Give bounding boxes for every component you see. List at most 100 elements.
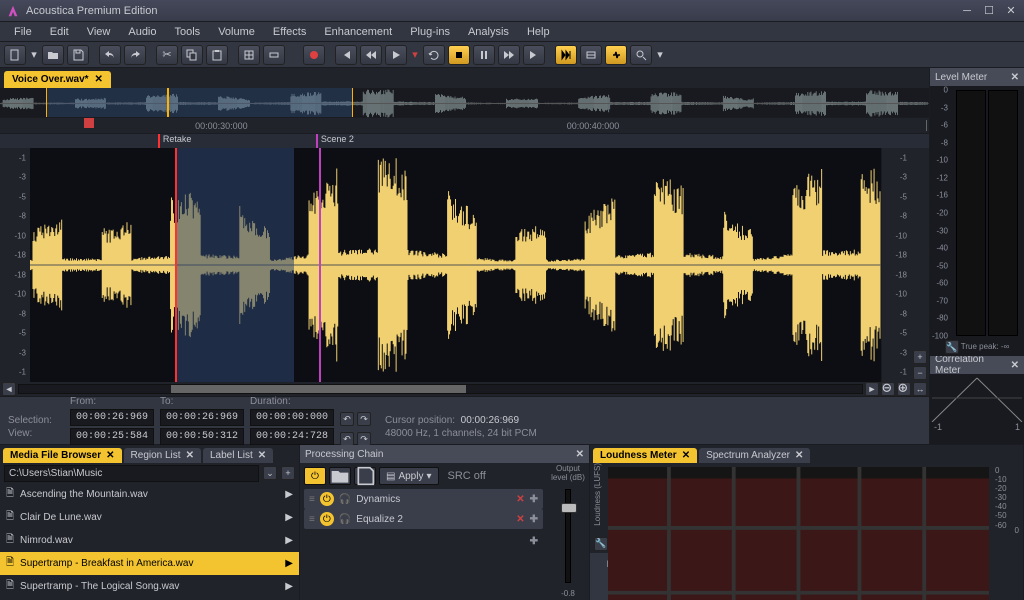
skip-end-button[interactable] <box>523 45 545 65</box>
zoom-in-button[interactable] <box>897 382 911 396</box>
menu-plugins[interactable]: Plug-ins <box>402 24 458 40</box>
copy-button[interactable] <box>181 45 203 65</box>
path-up-button[interactable]: ⌄ <box>263 466 277 480</box>
menu-view[interactable]: View <box>79 24 119 40</box>
crop-button[interactable] <box>263 45 285 65</box>
fx-insert-button[interactable]: ✚ <box>530 514 538 525</box>
ruler[interactable]: 00:00:30:000 00:00:40:000 <box>0 118 929 134</box>
autoscroll-button[interactable] <box>580 45 602 65</box>
save-button[interactable] <box>67 45 89 65</box>
vzoom-in-button[interactable]: + <box>913 350 927 364</box>
hscroll-track[interactable] <box>18 384 863 394</box>
scrub-button[interactable] <box>555 45 577 65</box>
output-fader[interactable] <box>565 489 571 583</box>
overview-waveform[interactable] <box>0 88 929 118</box>
processing-chain-close-icon[interactable]: ✕ <box>576 449 584 460</box>
file-row[interactable]: 🗎Supertramp - The Logical Song.wav▶ <box>0 575 299 598</box>
sel-undo-button[interactable]: ↶ <box>340 412 354 426</box>
loop-button[interactable] <box>423 45 445 65</box>
undo-button[interactable] <box>99 45 121 65</box>
new-dropdown[interactable]: ▾ <box>29 45 39 65</box>
fx-row[interactable]: ≡⏻🎧Equalize 2✕✚ <box>304 509 543 529</box>
file-play-icon[interactable]: ▶ <box>285 558 293 569</box>
menu-tools[interactable]: Tools <box>167 24 209 40</box>
file-row[interactable]: 🗎Clair De Lune.wav▶ <box>0 506 299 529</box>
file-row[interactable]: 🗎Nimrod.wav▶ <box>0 529 299 552</box>
forward-button[interactable] <box>498 45 520 65</box>
cut-button[interactable]: ✂ <box>156 45 178 65</box>
view-to-value[interactable]: 00:00:50:312 <box>160 428 244 445</box>
file-play-icon[interactable]: ▶ <box>285 489 293 500</box>
rewind-button[interactable] <box>360 45 382 65</box>
fx-remove-button[interactable]: ✕ <box>516 494 524 505</box>
fx-grip-icon[interactable]: ≡ <box>309 494 315 505</box>
waveform-canvas[interactable] <box>30 148 881 382</box>
tab-region-close-icon[interactable]: ✕ <box>186 450 194 461</box>
hscroll-thumb[interactable] <box>171 385 466 393</box>
redo-button[interactable] <box>124 45 146 65</box>
menu-audio[interactable]: Audio <box>120 24 164 40</box>
selection-to-value[interactable]: 00:00:26:969 <box>160 409 244 426</box>
record-button[interactable] <box>303 45 325 65</box>
menu-analysis[interactable]: Analysis <box>460 24 517 40</box>
menu-enhancement[interactable]: Enhancement <box>316 24 400 40</box>
path-add-button[interactable]: + <box>281 466 295 480</box>
new-button[interactable] <box>4 45 26 65</box>
tab-label-close-icon[interactable]: ✕ <box>258 450 266 461</box>
maximize-button[interactable]: ☐ <box>982 4 996 18</box>
tab-loudness-close-icon[interactable]: ✕ <box>682 450 690 461</box>
zoom-out-button[interactable] <box>881 382 895 396</box>
skip-start-button[interactable] <box>335 45 357 65</box>
fx-insert-button[interactable]: ✚ <box>530 494 538 505</box>
overview-selection[interactable] <box>46 88 353 117</box>
fx-power-button[interactable]: ⏻ <box>320 492 334 506</box>
fx-grip-icon[interactable]: ≡ <box>309 514 315 525</box>
vzoom-out-button[interactable]: − <box>913 366 927 380</box>
correlation-meter-close-icon[interactable]: ✕ <box>1011 360 1019 371</box>
zoom-fit-button[interactable]: ↔ <box>913 382 927 396</box>
file-play-icon[interactable]: ▶ <box>285 581 293 592</box>
loudness-settings-button[interactable]: 🔧 <box>594 537 608 551</box>
tab-media-file-browser[interactable]: Media File Browser✕ <box>3 448 122 463</box>
chain-open-button[interactable] <box>329 467 351 485</box>
open-button[interactable] <box>42 45 64 65</box>
stop-button[interactable] <box>448 45 470 65</box>
tab-label-list[interactable]: Label List✕ <box>203 448 273 463</box>
chain-apply-button[interactable]: ▤ Apply ▾ <box>379 467 439 485</box>
menu-volume[interactable]: Volume <box>210 24 263 40</box>
marker-scene2[interactable]: Scene 2 <box>316 134 354 148</box>
menu-edit[interactable]: Edit <box>42 24 77 40</box>
fx-power-button[interactable]: ⏻ <box>320 512 334 526</box>
pause-button[interactable] <box>473 45 495 65</box>
view-dur-value[interactable]: 00:00:24:728 <box>250 428 334 445</box>
ruler-flag-icon[interactable] <box>84 118 94 128</box>
path-input[interactable] <box>4 465 259 482</box>
snap-button[interactable] <box>605 45 627 65</box>
headphone-icon[interactable]: 🎧 <box>339 494 351 505</box>
hscroll-left-button[interactable]: ◄ <box>2 382 16 396</box>
mix-paste-button[interactable] <box>238 45 260 65</box>
output-level-value[interactable]: -0.8 <box>553 589 583 598</box>
level-meter-settings-icon[interactable]: 🔧 <box>945 340 959 354</box>
waveform-selection[interactable] <box>175 148 294 382</box>
zoom-tool-button[interactable] <box>630 45 652 65</box>
menu-effects[interactable]: Effects <box>265 24 314 40</box>
headphone-icon[interactable]: 🎧 <box>339 514 351 525</box>
menu-help[interactable]: Help <box>519 24 558 40</box>
fader-knob[interactable] <box>561 503 577 513</box>
fx-remove-button[interactable]: ✕ <box>516 514 524 525</box>
fx-row[interactable]: ≡⏻🎧Dynamics✕✚ <box>304 489 543 509</box>
file-row[interactable]: 🗎Ascending the Mountain.wav▶ <box>0 483 299 506</box>
selection-dur-value[interactable]: 00:00:00:000 <box>250 409 334 426</box>
document-tab[interactable]: Voice Over.wav* ✕ <box>4 71 111 88</box>
view-from-value[interactable]: 00:00:25:584 <box>70 428 154 445</box>
tab-loudness-meter[interactable]: Loudness Meter✕ <box>593 448 697 463</box>
level-meter-close-icon[interactable]: ✕ <box>1011 72 1019 83</box>
marker-track[interactable]: Retake Scene 2 <box>0 134 929 148</box>
file-play-icon[interactable]: ▶ <box>285 535 293 546</box>
file-row[interactable]: 🗎Supertramp - Breakfast in America.wav▶ <box>0 552 299 575</box>
tab-spectrum-analyzer[interactable]: Spectrum Analyzer✕ <box>699 448 810 463</box>
tab-media-close-icon[interactable]: ✕ <box>106 450 114 461</box>
minimize-button[interactable]: ─ <box>960 4 974 18</box>
sel-redo-button[interactable]: ↷ <box>357 412 371 426</box>
